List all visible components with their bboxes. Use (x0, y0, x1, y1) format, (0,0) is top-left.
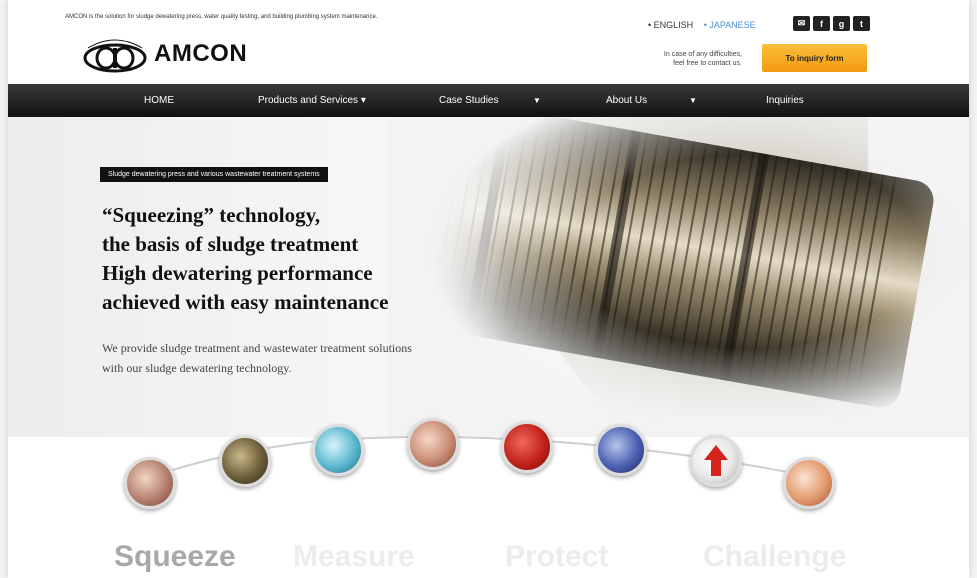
site-logo[interactable]: AMCON (80, 34, 247, 74)
contact-note: In case of any difficulties, feel free t… (618, 50, 742, 68)
hero-description-line-1: We provide sludge treatment and wastewat… (102, 341, 412, 355)
google-plus-icon[interactable]: g (833, 16, 850, 31)
contact-line-2: feel free to contact us. (673, 60, 742, 68)
feature-challenge-icon[interactable] (783, 457, 835, 509)
site-tagline: AMCON is the solution for sludge dewater… (65, 14, 378, 20)
facebook-icon[interactable]: f (813, 16, 830, 31)
feature-24-hour-icon[interactable] (501, 421, 553, 473)
page: AMCON is the solution for sludge dewater… (8, 0, 969, 578)
lang-english-link[interactable]: • ENGLISH (648, 20, 693, 30)
logo-mark-icon (80, 34, 150, 74)
feature-screw-press-icon[interactable] (219, 435, 271, 487)
hero-headline-line-4: achieved with easy maintenance (102, 290, 389, 314)
feature-measure-icon[interactable] (407, 418, 459, 470)
main-nav: HOME Products and Services ▾ Case Studie… (8, 84, 969, 117)
logo-text: AMCON (154, 40, 248, 67)
feature-word-challenge[interactable]: Challenge (703, 540, 846, 574)
inquiry-form-button[interactable]: To inquiry form (762, 44, 867, 72)
site-header: AMCON is the solution for sludge dewater… (8, 0, 969, 84)
feature-word-squeeze[interactable]: Squeeze (114, 540, 236, 574)
feature-word-measure[interactable]: Measure (293, 540, 415, 574)
hero-description-line-2: with our sludge dewatering technology. (102, 361, 292, 375)
hero-description: We provide sludge treatment and wastewat… (102, 338, 412, 378)
nav-item-case-studies[interactable]: Case Studies (439, 84, 498, 117)
hero-headline-line-3: High dewatering performance (102, 261, 373, 285)
lang-japanese-link[interactable]: • JAPANESE (704, 20, 756, 30)
feature-word-protect[interactable]: Protect (505, 540, 608, 574)
nav-item-home[interactable]: HOME (144, 84, 174, 117)
inquiry-button-label: To inquiry form (785, 53, 844, 63)
case-studies-caret-icon[interactable]: ▼ (533, 84, 541, 117)
social-links: ✉ f g t (793, 16, 870, 31)
mail-icon[interactable]: ✉ (793, 16, 810, 31)
language-switch: • ENGLISH • JAPANESE (648, 20, 756, 30)
hero-banner: Sludge dewatering press and various wast… (8, 117, 969, 437)
feature-protect-icon[interactable] (595, 424, 647, 476)
nav-item-inquiries[interactable]: Inquiries (766, 84, 804, 117)
nav-item-products[interactable]: Products and Services ▾ (258, 84, 366, 117)
hero-headline-line-1: “Squeezing” technology, (102, 203, 321, 227)
feature-water-test-icon[interactable] (312, 424, 364, 476)
red-up-arrow-icon (704, 445, 728, 476)
feature-squeeze-hands-icon[interactable] (124, 457, 176, 509)
nav-item-about[interactable]: About Us (606, 84, 647, 117)
hero-headline: “Squeezing” technology, the basis of slu… (102, 201, 388, 317)
feature-words: Squeeze Measure Protect Challenge (8, 540, 969, 578)
about-caret-icon[interactable]: ▼ (689, 84, 697, 117)
hero-label-badge: Sludge dewatering press and various wast… (100, 167, 328, 182)
hero-headline-line-2: the basis of sludge treatment (102, 232, 359, 256)
contact-line-1: In case of any difficulties, (663, 51, 742, 58)
twitter-icon[interactable]: t (853, 16, 870, 31)
feature-up-arrow-icon[interactable] (690, 435, 742, 487)
